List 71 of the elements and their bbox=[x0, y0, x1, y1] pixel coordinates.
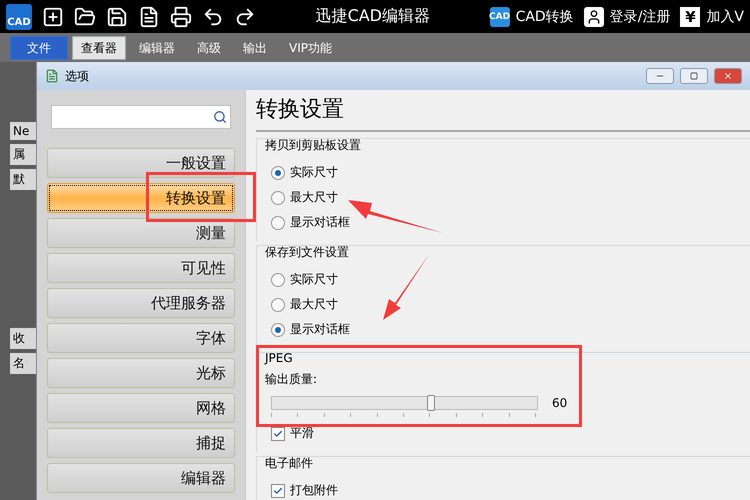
radio-button[interactable] bbox=[271, 216, 285, 230]
radio-button[interactable] bbox=[271, 298, 285, 312]
nav-button[interactable]: 捕捉 bbox=[47, 428, 235, 458]
ribbon-tab[interactable]: VIP功能 bbox=[280, 36, 341, 60]
panel-header: 收 bbox=[10, 328, 36, 349]
nav-button[interactable]: 一般设置 bbox=[47, 148, 235, 178]
dialog-title: 选项 bbox=[65, 68, 90, 84]
option-label: 打包附件 bbox=[290, 482, 338, 499]
undo-icon[interactable] bbox=[202, 6, 224, 28]
option-label: 实际尺寸 bbox=[290, 271, 338, 288]
app-title: 迅捷CAD编辑器 bbox=[314, 6, 431, 27]
nav-button[interactable]: 转换设置 bbox=[47, 183, 235, 213]
slider-thumb[interactable] bbox=[427, 395, 435, 411]
group-title: 拷贝到剪贴板设置 bbox=[265, 137, 362, 154]
panel-tab[interactable]: Ne bbox=[10, 122, 36, 140]
search-field[interactable] bbox=[51, 105, 231, 129]
option-label: 最大尺寸 bbox=[290, 296, 338, 313]
quality-label: 输出质量: bbox=[265, 372, 318, 386]
panel-header: 属 bbox=[10, 144, 36, 165]
new-file-icon[interactable] bbox=[42, 6, 64, 28]
vip-link[interactable]: 加入V bbox=[706, 8, 744, 26]
page-heading: 转换设置 bbox=[256, 94, 750, 132]
save-icon[interactable] bbox=[106, 6, 128, 28]
search-icon[interactable] bbox=[213, 110, 227, 124]
redo-icon[interactable] bbox=[234, 6, 256, 28]
radio-button[interactable] bbox=[271, 166, 285, 180]
ribbon-tab[interactable]: 查看器 bbox=[72, 36, 126, 60]
check-icon bbox=[273, 486, 283, 496]
ribbon-tab[interactable]: 编辑器 bbox=[130, 36, 184, 60]
column-header: 名 bbox=[10, 353, 36, 374]
dialog-icon bbox=[45, 69, 59, 83]
nav-button[interactable]: 光标 bbox=[47, 358, 235, 388]
check-icon bbox=[273, 428, 283, 438]
nav-button[interactable]: 编辑器 bbox=[47, 463, 235, 493]
panel-tab[interactable]: 默 bbox=[10, 169, 36, 190]
nav-button[interactable]: 可见性 bbox=[47, 253, 235, 283]
checkbox[interactable] bbox=[271, 484, 285, 498]
radio-button[interactable] bbox=[271, 322, 285, 336]
nav-button[interactable]: 代理服务器 bbox=[47, 288, 235, 318]
convert-link[interactable]: CAD转换 bbox=[516, 8, 574, 26]
maximize-button[interactable] bbox=[680, 68, 708, 84]
nav-button[interactable]: 网格 bbox=[47, 393, 235, 423]
group-title: 电子邮件 bbox=[265, 455, 314, 472]
file-menu-button[interactable]: 文件 bbox=[10, 36, 68, 60]
group-title: JPEG bbox=[265, 351, 294, 365]
pdf-save-icon[interactable] bbox=[138, 6, 160, 28]
maximize-icon[interactable] bbox=[690, 72, 698, 80]
checkbox[interactable] bbox=[271, 426, 285, 440]
nav-button[interactable]: 测量 bbox=[47, 218, 235, 248]
quality-slider[interactable] bbox=[271, 396, 538, 410]
ribbon-tab[interactable]: 高级 bbox=[188, 36, 230, 60]
group-title: 保存到文件设置 bbox=[265, 244, 350, 261]
close-button[interactable] bbox=[714, 68, 742, 84]
vip-icon[interactable]: ¥ bbox=[680, 6, 700, 26]
option-label: 平滑 bbox=[290, 425, 314, 442]
login-link[interactable]: 登录/注册 bbox=[610, 8, 670, 26]
nav-button[interactable]: 字体 bbox=[47, 323, 235, 353]
app-logo: CAD bbox=[6, 4, 32, 30]
close-icon[interactable] bbox=[723, 71, 733, 81]
quality-value: 60 bbox=[552, 396, 568, 410]
radio-button[interactable] bbox=[271, 272, 285, 286]
annotation-arrow bbox=[383, 253, 430, 320]
user-icon[interactable] bbox=[584, 6, 604, 26]
option-label: 显示对话框 bbox=[290, 321, 350, 338]
option-label: 显示对话框 bbox=[290, 214, 350, 231]
folder-icon[interactable] bbox=[74, 6, 96, 28]
radio-button[interactable] bbox=[271, 190, 285, 204]
option-label: 实际尺寸 bbox=[290, 164, 338, 181]
option-label: 最大尺寸 bbox=[290, 189, 338, 206]
print-icon[interactable] bbox=[170, 6, 192, 28]
ribbon-tab[interactable]: 输出 bbox=[234, 36, 276, 60]
